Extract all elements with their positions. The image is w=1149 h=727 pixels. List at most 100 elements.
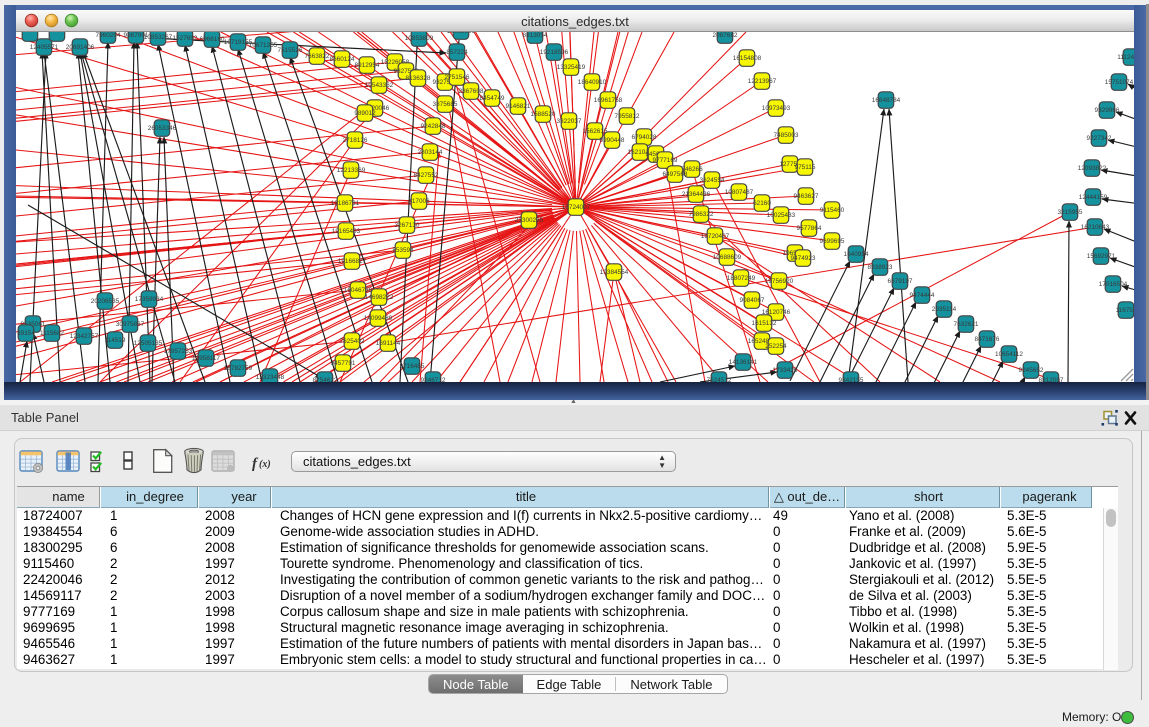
svg-text:7485003: 7485003 xyxy=(774,132,799,139)
svg-text:2087682: 2087682 xyxy=(713,32,738,39)
svg-text:9227342: 9227342 xyxy=(1087,135,1112,142)
svg-text:989012: 989012 xyxy=(354,110,376,117)
svg-text:16033809: 16033809 xyxy=(447,32,476,35)
svg-text:12505135: 12505135 xyxy=(134,340,163,347)
svg-text:7986322: 7986322 xyxy=(689,211,714,218)
svg-text:f: f xyxy=(252,456,259,472)
svg-text:7524512: 7524512 xyxy=(707,377,732,382)
svg-text:10543362: 10543362 xyxy=(365,82,394,89)
svg-text:1615132: 1615132 xyxy=(752,320,777,327)
svg-text:26053346: 26053346 xyxy=(148,125,177,132)
svg-text:1733426: 1733426 xyxy=(773,367,798,374)
svg-text:10807487: 10807487 xyxy=(725,189,754,196)
svg-text:1115682: 1115682 xyxy=(40,330,64,337)
svg-text:9115460: 9115460 xyxy=(820,207,845,214)
svg-text:1527602: 1527602 xyxy=(173,35,198,42)
svg-text:19384554: 19384554 xyxy=(600,269,629,276)
svg-text:14099489: 14099489 xyxy=(364,315,393,322)
svg-text:19756920: 19756920 xyxy=(765,278,794,285)
svg-text:12444159: 12444159 xyxy=(1079,194,1108,201)
svg-text:7960204: 7960204 xyxy=(96,32,121,39)
svg-text:975115: 975115 xyxy=(795,164,816,171)
svg-text:12213369: 12213369 xyxy=(337,167,366,174)
svg-text:8660124: 8660124 xyxy=(330,56,355,63)
svg-text:252254: 252254 xyxy=(765,343,787,350)
svg-text:3875685: 3875685 xyxy=(433,101,458,108)
svg-text:9463627: 9463627 xyxy=(794,193,819,200)
svg-text:6794028: 6794028 xyxy=(632,134,657,141)
svg-text:17957253: 17957253 xyxy=(164,348,193,355)
svg-text:8136328: 8136328 xyxy=(406,75,431,82)
svg-text:16154808: 16154808 xyxy=(733,55,762,62)
svg-text:19166827: 19166827 xyxy=(338,258,367,265)
svg-text:15692971: 15692971 xyxy=(1087,253,1116,260)
svg-text:18807249: 18807249 xyxy=(727,275,756,282)
svg-text:9457791: 9457791 xyxy=(331,360,356,367)
svg-text:11124907: 11124907 xyxy=(1117,54,1134,61)
svg-text:417006: 417006 xyxy=(408,198,430,205)
svg-text:8471676: 8471676 xyxy=(975,336,1000,343)
svg-text:9699695: 9699695 xyxy=(820,238,845,245)
svg-text:15720407: 15720407 xyxy=(701,233,730,240)
svg-text:16961758: 16961758 xyxy=(594,97,623,104)
svg-text:9777169: 9777169 xyxy=(653,157,678,164)
svg-text:23300235: 23300235 xyxy=(515,217,544,224)
svg-text:6679197: 6679197 xyxy=(888,278,913,285)
svg-text:10973493: 10973493 xyxy=(762,105,791,112)
svg-text:2367608: 2367608 xyxy=(459,88,484,95)
svg-text:1691144: 1691144 xyxy=(376,340,401,347)
svg-text:8990448: 8990448 xyxy=(600,137,625,144)
svg-text:8754622: 8754622 xyxy=(313,377,338,382)
svg-text:3624554: 3624554 xyxy=(700,177,725,184)
svg-text:8813054: 8813054 xyxy=(523,32,548,39)
svg-text:30975867: 30975867 xyxy=(116,321,145,328)
svg-text:12342757: 12342757 xyxy=(70,333,99,340)
svg-text:9084067: 9084067 xyxy=(740,297,765,304)
svg-text:7955812: 7955812 xyxy=(615,113,640,120)
svg-text:8912954: 8912954 xyxy=(355,62,380,69)
svg-text:2803144: 2803144 xyxy=(418,149,443,156)
svg-text:7625402: 7625402 xyxy=(340,338,365,345)
svg-text:9474444: 9474444 xyxy=(910,292,935,299)
svg-text:1588520: 1588520 xyxy=(531,111,556,118)
svg-text:15751074: 15751074 xyxy=(1105,79,1134,86)
svg-text:8312007: 8312007 xyxy=(1039,377,1064,382)
svg-text:9146821: 9146821 xyxy=(506,103,531,110)
svg-text:6497568: 6497568 xyxy=(663,171,688,178)
svg-text:17016504: 17016504 xyxy=(1099,281,1128,288)
svg-text:16210643: 16210643 xyxy=(1081,224,1110,231)
svg-text:14698222: 14698222 xyxy=(365,294,394,301)
svg-text:39154: 39154 xyxy=(17,330,35,337)
svg-text:12093822: 12093822 xyxy=(1078,165,1107,172)
svg-text:10671355: 10671355 xyxy=(249,42,278,49)
svg-text:19165493: 19165493 xyxy=(332,228,361,235)
svg-text:6966160: 6966160 xyxy=(200,36,225,43)
svg-text:857224: 857224 xyxy=(446,49,468,56)
svg-text:16648784: 16648784 xyxy=(872,97,901,104)
svg-text:114519: 114519 xyxy=(105,337,126,344)
svg-text:10025433: 10025433 xyxy=(767,212,796,219)
svg-text:18724007: 18724007 xyxy=(562,204,591,211)
svg-text:9245652: 9245652 xyxy=(1019,367,1044,374)
svg-text:12405571: 12405571 xyxy=(30,44,59,51)
svg-text:3322037: 3322037 xyxy=(557,118,582,125)
svg-text:19218596: 19218596 xyxy=(540,49,569,56)
svg-text:3716485: 3716485 xyxy=(400,363,425,370)
svg-text:7632621: 7632621 xyxy=(954,321,979,328)
svg-text:(x): (x) xyxy=(259,459,271,470)
svg-text:9242848: 9242848 xyxy=(421,123,446,130)
svg-text:62160: 62160 xyxy=(753,200,771,207)
svg-text:21364436: 21364436 xyxy=(682,191,711,198)
svg-text:9474923: 9474923 xyxy=(791,255,816,262)
svg-text:16782759: 16782759 xyxy=(224,365,253,372)
svg-text:12323448: 12323448 xyxy=(256,374,285,381)
svg-text:13325419: 13325419 xyxy=(557,64,586,71)
svg-text:2935114: 2935114 xyxy=(932,306,957,313)
svg-text:7515526: 7515526 xyxy=(278,47,303,54)
svg-text:10853267: 10853267 xyxy=(144,34,173,41)
svg-text:10958117: 10958117 xyxy=(192,355,220,362)
svg-text:3267130: 3267130 xyxy=(395,222,420,229)
svg-text:8427552: 8427552 xyxy=(414,172,439,179)
svg-text:19186731: 19186731 xyxy=(331,200,360,207)
svg-text:16046736: 16046736 xyxy=(344,287,373,294)
